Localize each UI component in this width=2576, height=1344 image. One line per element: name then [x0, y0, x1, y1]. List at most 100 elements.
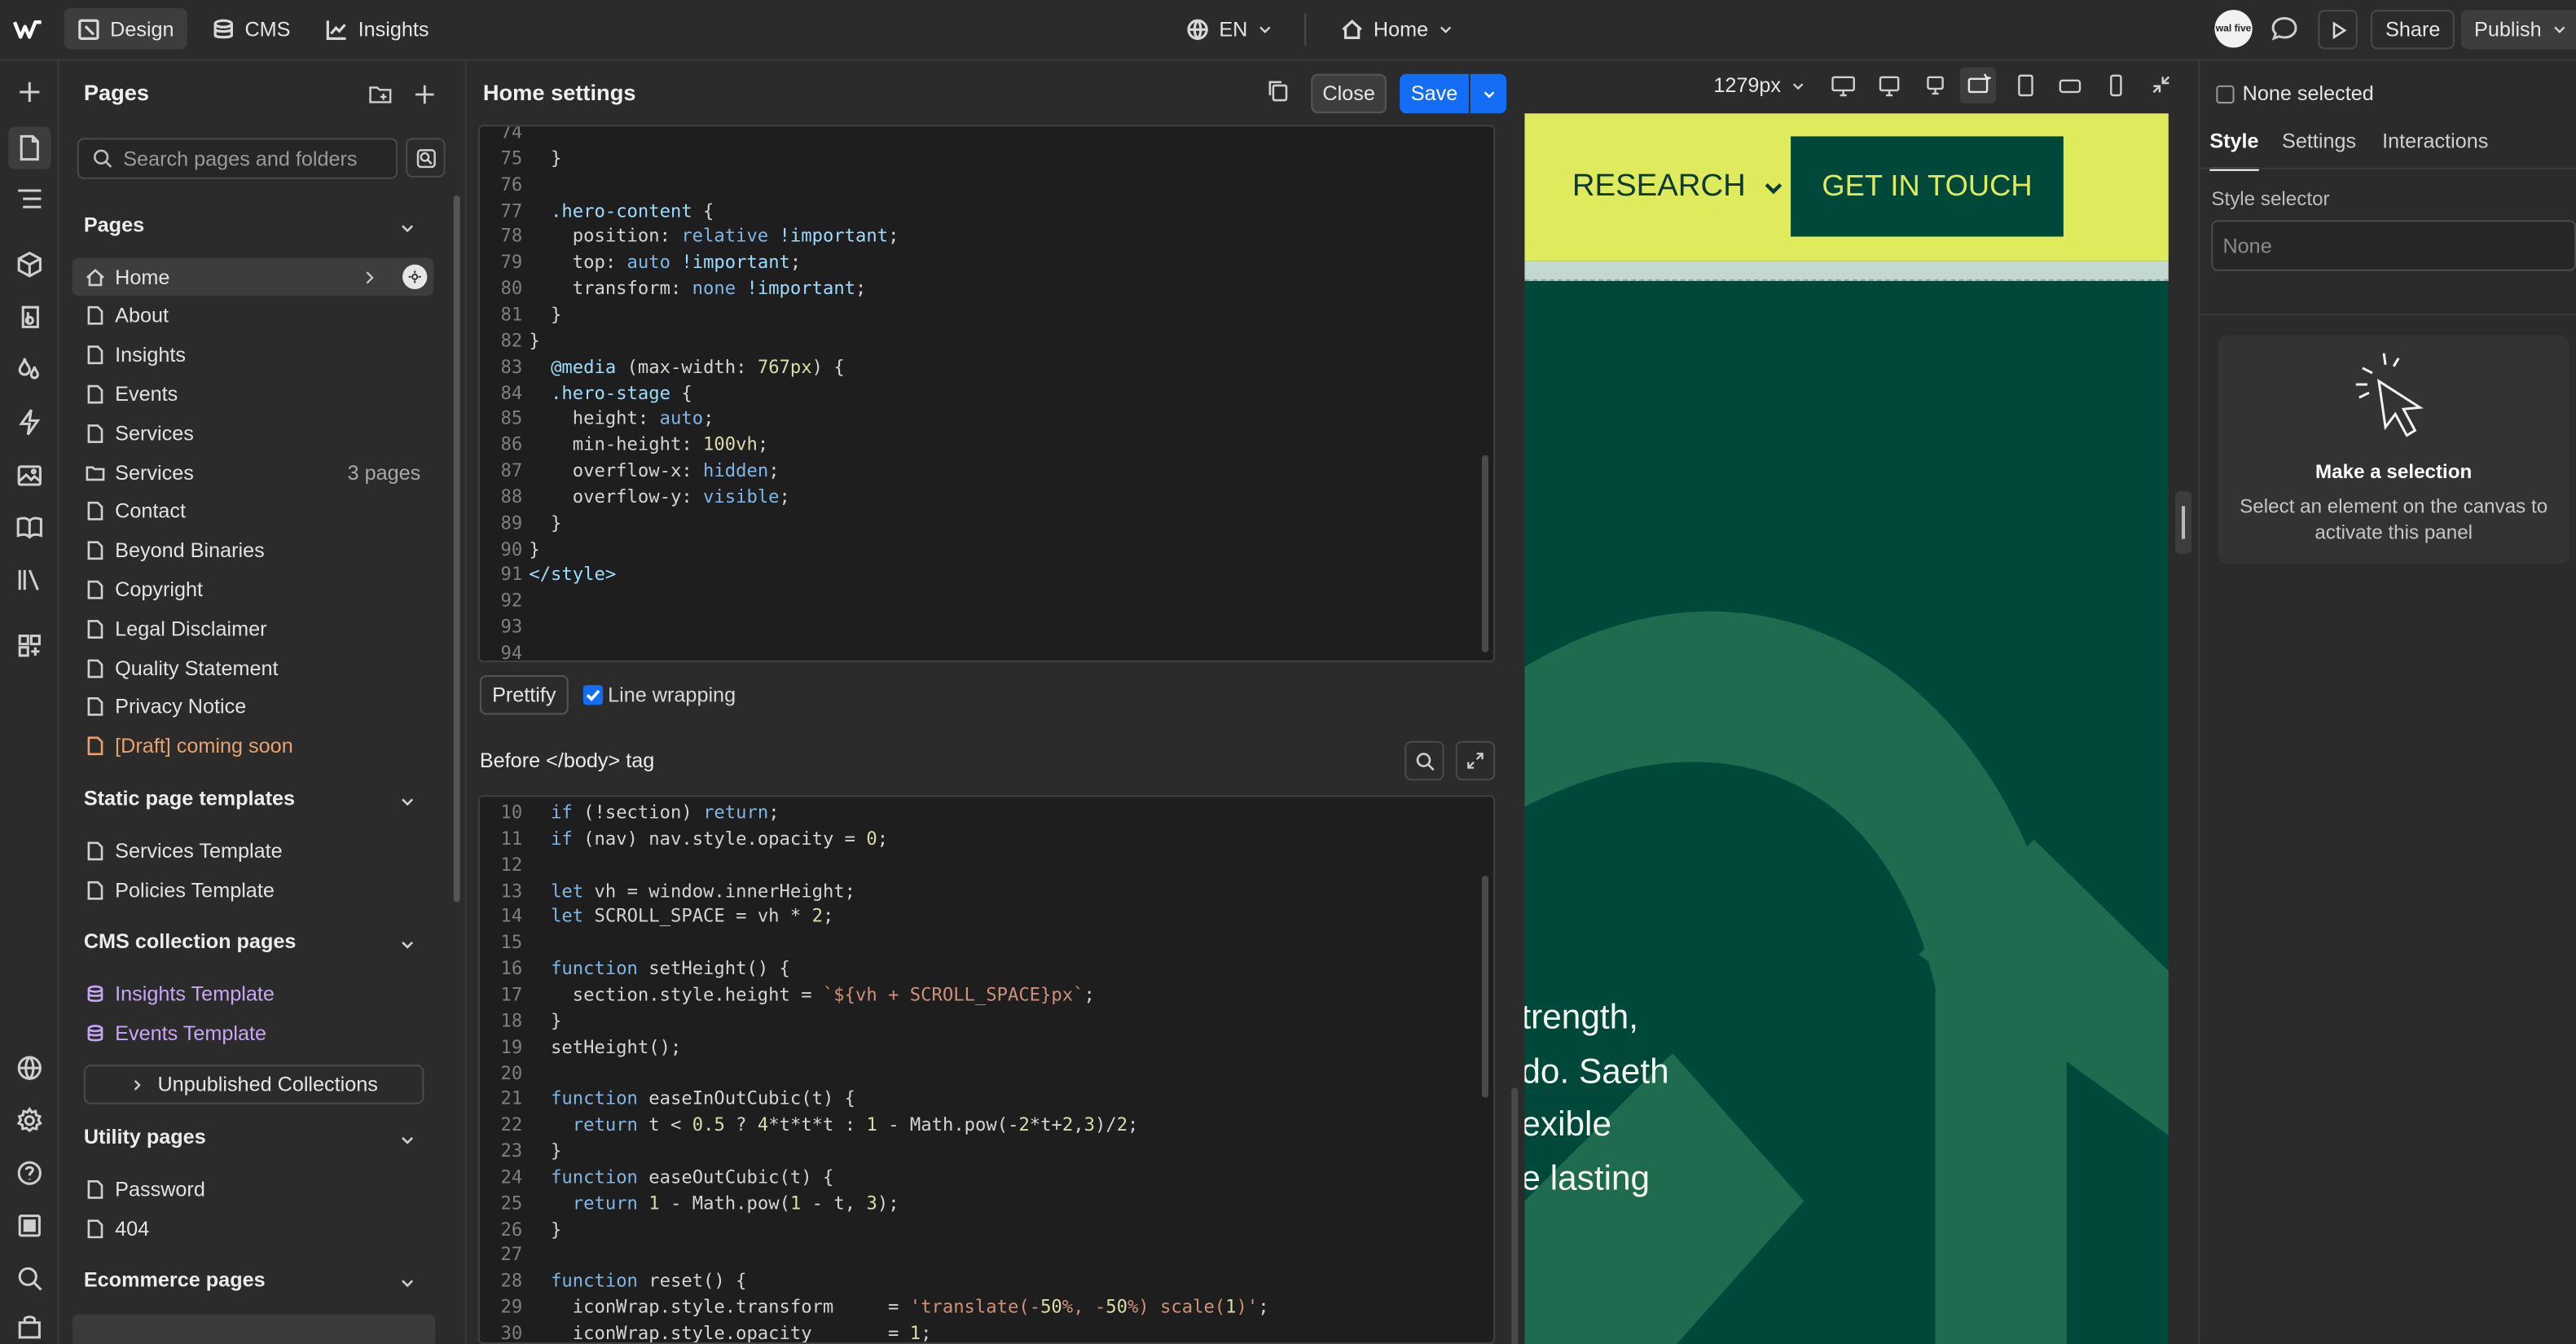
new-folder-icon[interactable] [368, 82, 393, 112]
cms-collections-icon[interactable] [8, 506, 51, 548]
panel-scrollbar[interactable] [1511, 1087, 1519, 1344]
body-code-editor[interactable]: 10 if (!section) return; 11 if (nav) nav.… [477, 795, 1496, 1344]
comments-icon[interactable] [2270, 15, 2298, 47]
static-template-item[interactable]: Policies Template [73, 871, 434, 908]
page-item[interactable]: Copyright [73, 571, 434, 608]
search-icon[interactable] [8, 1257, 51, 1299]
tab-interactions[interactable]: Interactions [2382, 130, 2488, 152]
page-settings-gear-icon[interactable] [402, 264, 428, 290]
collapse-icon[interactable] [2149, 72, 2174, 102]
page-item[interactable]: Privacy Notice [73, 688, 434, 726]
breakpoint-tablet-icon[interactable] [2012, 72, 2038, 103]
page-item[interactable]: Contact [73, 493, 434, 530]
assets-icon[interactable] [8, 454, 51, 496]
chevron-right-icon[interactable] [362, 269, 378, 285]
close-button[interactable]: Close [1311, 73, 1387, 114]
resize-handle[interactable] [2174, 491, 2192, 554]
marketplace-icon[interactable] [8, 1307, 51, 1344]
add-elements-icon[interactable] [8, 71, 51, 113]
chevron-down-icon[interactable] [399, 793, 415, 810]
editor-scrollbar[interactable] [1481, 455, 1489, 652]
tab-style[interactable]: Style [2209, 130, 2259, 171]
editor-scrollbar[interactable] [1481, 876, 1489, 1098]
page-item[interactable]: Services [73, 415, 434, 452]
chart-line-icon [326, 20, 346, 40]
breakpoint-current-icon[interactable] [1959, 67, 1997, 104]
cms-page-item[interactable]: Events Template [73, 1014, 434, 1052]
tab-design[interactable]: Design [64, 8, 187, 50]
save-options-button[interactable] [1470, 73, 1507, 114]
locale-switcher[interactable]: EN [1173, 8, 1287, 49]
globe-icon[interactable] [8, 1047, 51, 1089]
save-button[interactable]: Save [1400, 73, 1469, 114]
styles-icon[interactable] [8, 349, 51, 391]
help-icon[interactable] [8, 1152, 51, 1194]
utility-pages-heading[interactable]: Utility pages [84, 1126, 206, 1149]
navigator-icon[interactable] [8, 178, 51, 220]
cms-pages-heading[interactable]: CMS collection pages [84, 930, 297, 953]
breakpoint-width[interactable]: 1279px [1713, 74, 1805, 97]
variables-icon[interactable] [8, 296, 51, 338]
nav-research-link[interactable]: RESEARCH [1572, 169, 1783, 205]
chevron-down-icon[interactable] [399, 1275, 415, 1291]
search-settings-button[interactable] [406, 138, 446, 178]
page-item[interactable]: Insights [73, 336, 434, 374]
chevron-down-icon[interactable] [399, 937, 415, 953]
tab-settings[interactable]: Settings [2282, 130, 2356, 152]
settings-gear-icon[interactable] [8, 1099, 51, 1141]
page-item[interactable]: Events [73, 376, 434, 413]
tab-cms[interactable]: CMS [199, 8, 304, 49]
hero-line: do. Saeth [1524, 1052, 1669, 1091]
get-in-touch-button[interactable]: GET IN TOUCH [1791, 136, 2064, 237]
search-pages-input[interactable]: Search pages and folders [77, 138, 398, 179]
avatar[interactable]: wal five [2214, 10, 2253, 48]
components-icon[interactable] [8, 244, 51, 286]
share-button[interactable]: Share [2370, 10, 2455, 50]
code-line: iconWrap.style.transform = 'translate(-5… [529, 1296, 1269, 1318]
chevron-down-icon[interactable] [399, 220, 415, 236]
pages-scrollbar[interactable] [453, 195, 460, 903]
page-switcher[interactable]: Home [1327, 8, 1467, 49]
add-page-icon[interactable] [412, 82, 437, 112]
library-icon[interactable] [8, 559, 51, 601]
page-item[interactable]: [Draft] coming soon [73, 727, 434, 765]
cms-page-item[interactable]: Insights Template [73, 974, 434, 1012]
apps-icon[interactable] [8, 624, 51, 666]
ecommerce-pages-heading[interactable]: Ecommerce pages [84, 1268, 266, 1291]
preview-button[interactable] [2318, 10, 2358, 50]
line-wrapping-checkbox[interactable] [582, 685, 604, 705]
style-selector-input[interactable]: None [2211, 220, 2576, 271]
utility-page-item[interactable]: Password [73, 1170, 434, 1207]
breakpoint-large-desktop-icon[interactable] [1830, 72, 1856, 103]
code-search-button[interactable] [1404, 740, 1444, 781]
search-icon [1415, 752, 1434, 771]
page-item[interactable]: Quality Statement [73, 649, 434, 687]
publish-button[interactable]: Publish [2460, 10, 2576, 50]
selection-checkbox[interactable] [2216, 85, 2235, 104]
breakpoint-landscape-icon[interactable] [2057, 72, 2083, 103]
breakpoint-desktop-icon[interactable] [1876, 72, 1902, 103]
page-item[interactable]: Legal Disclaimer [73, 610, 434, 648]
page-item[interactable]: Beyond Binaries [73, 532, 434, 569]
interactions-icon[interactable] [8, 401, 51, 443]
duplicate-icon[interactable] [1267, 79, 1290, 107]
expand-editor-button[interactable] [1455, 740, 1496, 781]
utility-page-item[interactable]: 404 [73, 1210, 434, 1247]
breakpoint-phone-icon[interactable] [2103, 72, 2129, 103]
breakpoint-base-icon[interactable] [1922, 72, 1948, 103]
page-item[interactable]: Home [72, 257, 434, 296]
prettify-button[interactable]: Prettify [479, 675, 569, 715]
webflow-logo-icon[interactable] [12, 15, 42, 44]
chevron-down-icon[interactable] [399, 1132, 415, 1149]
page-item[interactable]: Services 3 pages [73, 454, 434, 491]
tab-insights[interactable]: Insights [312, 8, 442, 49]
line-number: 74 [500, 125, 523, 143]
stop-square-icon[interactable] [8, 1205, 51, 1247]
head-code-editor[interactable]: 74 75 } 76 77 .hero-content {78 position: r… [477, 125, 1496, 662]
pages-icon[interactable] [8, 126, 51, 169]
unpublished-collections-button[interactable]: Unpublished Collections [83, 1065, 424, 1105]
pages-section-heading[interactable]: Pages [84, 213, 144, 236]
static-templates-heading[interactable]: Static page templates [84, 787, 295, 810]
page-item[interactable]: About [73, 297, 434, 335]
static-template-item[interactable]: Services Template [73, 832, 434, 869]
